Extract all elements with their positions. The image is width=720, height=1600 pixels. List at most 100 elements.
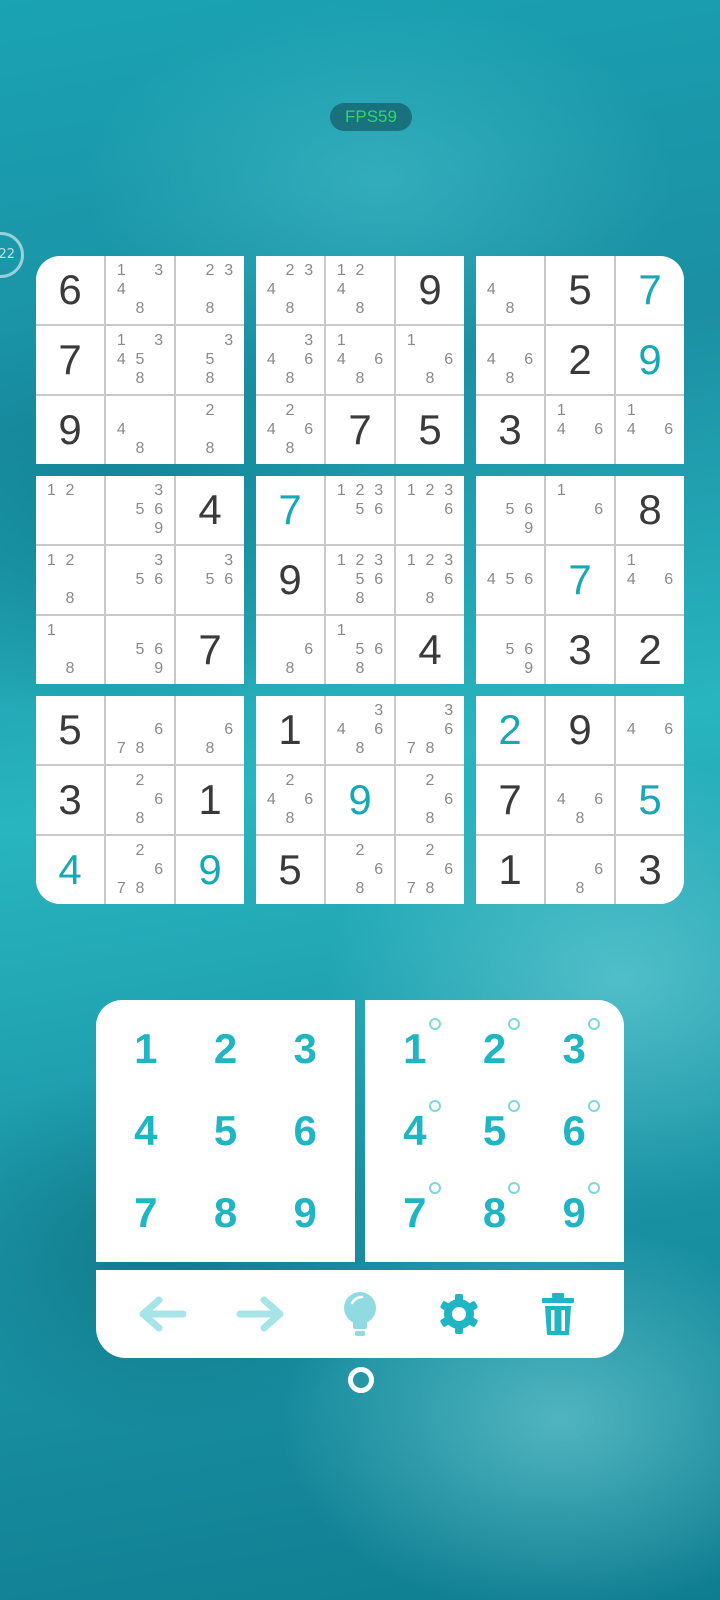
sudoku-cell[interactable]: 2 bbox=[476, 696, 544, 764]
digit-key[interactable]: 6 bbox=[265, 1090, 345, 1172]
sudoku-cell[interactable]: 456 bbox=[476, 546, 544, 614]
sudoku-cell[interactable]: 9 bbox=[546, 696, 614, 764]
sudoku-cell[interactable]: 4 68 bbox=[476, 326, 544, 394]
note-key[interactable]: 6 bbox=[534, 1090, 614, 1172]
sudoku-cell[interactable]: 14 6 bbox=[616, 396, 684, 464]
sudoku-cell[interactable]: 6 78 bbox=[106, 696, 174, 764]
undo-button[interactable] bbox=[132, 1284, 192, 1344]
note-key[interactable]: 3 bbox=[534, 1008, 614, 1090]
sudoku-cell[interactable]: 1 bbox=[476, 836, 544, 904]
sudoku-cell[interactable]: 4 bbox=[396, 616, 464, 684]
sudoku-cell[interactable]: 7 bbox=[176, 616, 244, 684]
sudoku-cell[interactable]: 5 bbox=[616, 766, 684, 834]
sudoku-cell[interactable]: 2 bbox=[616, 616, 684, 684]
sudoku-cell[interactable]: 3 bbox=[546, 616, 614, 684]
sudoku-cell[interactable]: 7 bbox=[36, 326, 104, 394]
sudoku-cell[interactable]: 356 bbox=[176, 546, 244, 614]
sudoku-cell[interactable]: 1 3 48 bbox=[106, 256, 174, 324]
digit-key[interactable]: 2 bbox=[186, 1008, 266, 1090]
sudoku-cell[interactable]: 3 bbox=[616, 836, 684, 904]
sudoku-cell[interactable]: 7 bbox=[546, 546, 614, 614]
home-indicator[interactable] bbox=[348, 1367, 374, 1393]
sudoku-cell[interactable]: 14 68 bbox=[326, 326, 394, 394]
note-key[interactable]: 8 bbox=[455, 1172, 535, 1254]
hint-button[interactable] bbox=[330, 1284, 390, 1344]
sudoku-cell[interactable]: 26 78 bbox=[396, 836, 464, 904]
sudoku-cell[interactable]: 5 bbox=[546, 256, 614, 324]
note-key[interactable]: 4 bbox=[375, 1090, 455, 1172]
sudoku-cell[interactable]: 28 bbox=[176, 396, 244, 464]
sudoku-cell[interactable]: 9 bbox=[326, 766, 394, 834]
digit-key[interactable]: 9 bbox=[265, 1172, 345, 1254]
sudoku-cell[interactable]: 123568 bbox=[326, 546, 394, 614]
digit-key[interactable]: 3 bbox=[265, 1008, 345, 1090]
sudoku-cell[interactable]: 5 bbox=[256, 836, 324, 904]
sudoku-cell[interactable]: 5 bbox=[36, 696, 104, 764]
sudoku-cell[interactable]: 9 bbox=[176, 836, 244, 904]
sudoku-cell[interactable]: 24 68 bbox=[256, 396, 324, 464]
sudoku-cell[interactable]: 12 8 bbox=[36, 546, 104, 614]
note-key[interactable]: 9 bbox=[534, 1172, 614, 1254]
sudoku-cell[interactable]: 5 bbox=[396, 396, 464, 464]
sudoku-cell[interactable]: 48 bbox=[106, 396, 174, 464]
sudoku-cell[interactable]: 3569 bbox=[106, 476, 174, 544]
sudoku-cell[interactable]: 68 bbox=[256, 616, 324, 684]
sudoku-cell[interactable]: 358 bbox=[176, 326, 244, 394]
digit-key[interactable]: 5 bbox=[186, 1090, 266, 1172]
sudoku-cell[interactable]: 3 bbox=[476, 396, 544, 464]
sudoku-cell[interactable]: 14 6 bbox=[616, 546, 684, 614]
note-key[interactable]: 2 bbox=[455, 1008, 535, 1090]
sudoku-cell[interactable]: 16 bbox=[546, 476, 614, 544]
sudoku-cell[interactable]: 1 bbox=[176, 766, 244, 834]
sudoku-cell[interactable]: 569 bbox=[476, 476, 544, 544]
sudoku-cell[interactable]: 26 78 bbox=[106, 836, 174, 904]
sudoku-cell[interactable]: 46 bbox=[616, 696, 684, 764]
sudoku-cell[interactable]: 1 bbox=[256, 696, 324, 764]
sudoku-cell[interactable]: 12 bbox=[36, 476, 104, 544]
sudoku-cell[interactable]: 2 bbox=[546, 326, 614, 394]
digit-key[interactable]: 1 bbox=[106, 1008, 186, 1090]
side-floating-handle[interactable]: 22 bbox=[0, 232, 24, 278]
sudoku-cell[interactable]: 68 bbox=[176, 696, 244, 764]
sudoku-cell[interactable]: 9 bbox=[396, 256, 464, 324]
sudoku-cell[interactable]: 14 6 bbox=[546, 396, 614, 464]
sudoku-cell[interactable]: 18 bbox=[36, 616, 104, 684]
sudoku-cell[interactable]: 4 bbox=[176, 476, 244, 544]
sudoku-cell[interactable]: 8 bbox=[616, 476, 684, 544]
sudoku-cell[interactable]: 1236 bbox=[396, 476, 464, 544]
sudoku-cell[interactable]: 268 bbox=[326, 836, 394, 904]
sudoku-cell[interactable]: 9 bbox=[36, 396, 104, 464]
sudoku-cell[interactable]: 1 3 458 bbox=[106, 326, 174, 394]
sudoku-cell[interactable]: 1248 bbox=[326, 256, 394, 324]
digit-key[interactable]: 7 bbox=[106, 1172, 186, 1254]
sudoku-cell[interactable]: 36 78 bbox=[396, 696, 464, 764]
sudoku-cell[interactable]: 569 bbox=[106, 616, 174, 684]
redo-button[interactable] bbox=[231, 1284, 291, 1344]
sudoku-cell[interactable]: 7 bbox=[616, 256, 684, 324]
sudoku-cell[interactable]: 268 bbox=[106, 766, 174, 834]
sudoku-cell[interactable]: 23 8 bbox=[176, 256, 244, 324]
sudoku-cell[interactable]: 268 bbox=[396, 766, 464, 834]
sudoku-cell[interactable]: 356 bbox=[106, 546, 174, 614]
sudoku-cell[interactable]: 3 bbox=[36, 766, 104, 834]
settings-button[interactable] bbox=[429, 1284, 489, 1344]
sudoku-cell[interactable]: 48 bbox=[476, 256, 544, 324]
sudoku-cell[interactable]: 7 bbox=[256, 476, 324, 544]
sudoku-cell[interactable]: 12356 bbox=[326, 476, 394, 544]
sudoku-cell[interactable]: 9 bbox=[256, 546, 324, 614]
sudoku-cell[interactable]: 68 bbox=[546, 836, 614, 904]
sudoku-cell[interactable]: 1 68 bbox=[396, 326, 464, 394]
sudoku-cell[interactable]: 7 bbox=[326, 396, 394, 464]
note-key[interactable]: 1 bbox=[375, 1008, 455, 1090]
delete-button[interactable] bbox=[528, 1284, 588, 1344]
digit-key[interactable]: 8 bbox=[186, 1172, 266, 1254]
sudoku-cell[interactable]: 1568 bbox=[326, 616, 394, 684]
digit-key[interactable]: 4 bbox=[106, 1090, 186, 1172]
note-key[interactable]: 7 bbox=[375, 1172, 455, 1254]
sudoku-cell[interactable]: 3 4 68 bbox=[256, 326, 324, 394]
sudoku-cell[interactable]: 569 bbox=[476, 616, 544, 684]
sudoku-cell[interactable]: 12368 bbox=[396, 546, 464, 614]
sudoku-cell[interactable]: 6 bbox=[36, 256, 104, 324]
sudoku-cell[interactable]: 24 68 bbox=[256, 766, 324, 834]
sudoku-cell[interactable]: 7 bbox=[476, 766, 544, 834]
